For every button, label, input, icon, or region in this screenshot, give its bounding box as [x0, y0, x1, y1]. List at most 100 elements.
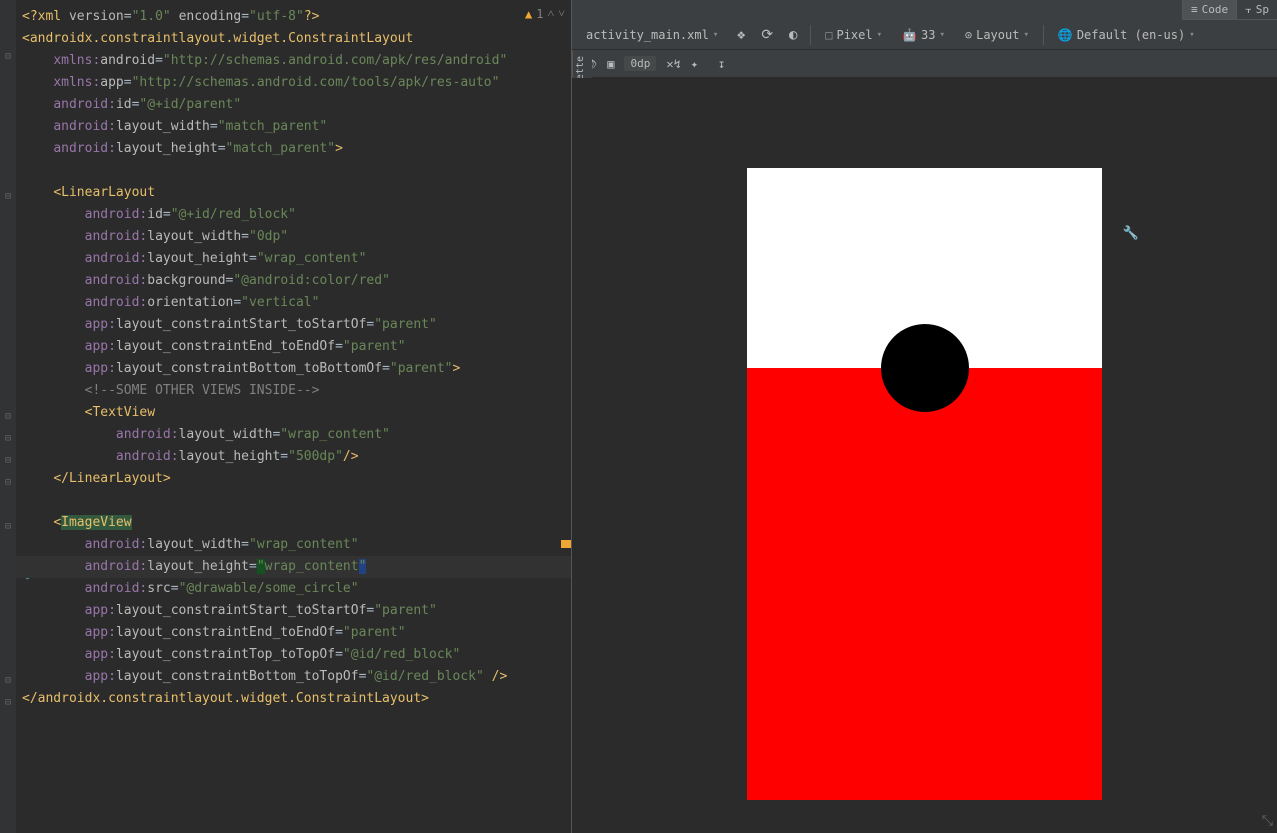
eq: = — [241, 537, 249, 552]
infer-constraints-icon[interactable]: ✦ — [691, 57, 698, 71]
layers-icon[interactable]: ❖ — [732, 26, 750, 44]
ns: app: — [85, 669, 116, 684]
chevron-up-icon[interactable]: ˄ — [547, 6, 554, 21]
attr: layout_constraintTop_toTopOf — [116, 647, 335, 662]
viewoptions-icon[interactable]: 🔧 — [1123, 226, 1139, 241]
value: "wrap_content" — [249, 537, 359, 552]
chevron-down-icon: ▾ — [939, 30, 944, 40]
tag-name: LinearLayout — [69, 471, 163, 486]
eq: = — [124, 75, 132, 90]
fold-end-icon[interactable]: ⊟ — [3, 456, 13, 466]
red-block-view — [747, 368, 1102, 800]
attr: id — [116, 97, 132, 112]
blank-line — [22, 490, 571, 512]
tag-close: > — [335, 141, 343, 156]
value: "500dp" — [288, 449, 343, 464]
tag-open: < — [22, 31, 30, 46]
value: "http://schemas.android.com/tools/apk/re… — [132, 75, 500, 90]
value: "parent" — [374, 317, 437, 332]
chevron-down-icon: ▾ — [1023, 30, 1028, 40]
tag-name-selected: ImageView — [61, 515, 131, 530]
ns: app: — [85, 625, 116, 640]
ns: android: — [116, 449, 179, 464]
nightmode-icon[interactable]: ◐ — [784, 26, 802, 44]
device-preview[interactable] — [747, 168, 1102, 800]
api-dropdown[interactable]: 🤖 33▾ — [896, 26, 951, 44]
design-canvas[interactable]: 🔧 ⤡ — [572, 78, 1277, 833]
clear-constraints-icon[interactable]: ✕↯ — [666, 57, 680, 71]
tag-close: > — [163, 471, 171, 486]
attr: layout_constraintBottom_toBottomOf — [116, 361, 382, 376]
fold-icon[interactable]: ⊟ — [3, 412, 13, 422]
resize-handle-icon[interactable]: ⤡ — [1262, 813, 1273, 829]
xml-pi-close: ?> — [304, 9, 320, 24]
android-icon: 🤖 — [902, 28, 917, 42]
value: "1.0" — [132, 9, 171, 24]
ns: xmlns: — [53, 75, 100, 90]
attr: layout_width — [179, 427, 273, 442]
attr: layout_height — [179, 449, 281, 464]
editor-mode-tabs: ≡ Code ⫟ Sp — [1182, 0, 1277, 20]
chevron-down-icon: ▾ — [877, 30, 882, 40]
attr: app — [100, 75, 123, 90]
attr: layout_height — [116, 141, 218, 156]
attr: encoding — [179, 9, 242, 24]
eq: = — [210, 119, 218, 134]
tab-label: Code — [1202, 3, 1229, 16]
code-area[interactable]: ▲ 1 ˄ ˅ <?xml version="1.0" encoding="ut… — [16, 0, 571, 833]
eq: = — [241, 229, 249, 244]
device-frame-icon[interactable]: ▣ — [607, 57, 614, 71]
tag-close: > — [453, 361, 461, 376]
ns: android: — [85, 581, 148, 596]
orientation-icon[interactable]: ⟳ — [758, 26, 776, 44]
file-dropdown[interactable]: activity_main.xml▾ — [580, 26, 724, 44]
ns: android: — [53, 119, 116, 134]
default-margin[interactable]: 0dp — [624, 56, 656, 71]
ns: xmlns: — [53, 53, 100, 68]
file-name: activity_main.xml — [586, 28, 709, 42]
eq: = — [335, 647, 343, 662]
value: "@id/red_block" — [366, 669, 483, 684]
tab-split[interactable]: ⫟ Sp — [1236, 0, 1277, 19]
attr: layout_height — [147, 251, 249, 266]
fold-icon[interactable]: ⊟ — [3, 522, 13, 532]
ns: android: — [85, 295, 148, 310]
globe-icon: 🌐 — [1058, 28, 1073, 42]
eq: = — [163, 207, 171, 222]
ns: android: — [53, 141, 116, 156]
eq: = — [249, 251, 257, 266]
fold-icon[interactable]: ⊟ — [3, 192, 13, 202]
attr: background — [147, 273, 225, 288]
tag-open: </ — [22, 691, 38, 706]
value: "wrap_content" — [280, 427, 390, 442]
chevron-down-icon[interactable]: ˅ — [558, 6, 565, 21]
align-icon[interactable]: ↧ — [718, 57, 725, 71]
theme-dropdown[interactable]: ⊙ Layout▾ — [959, 26, 1035, 44]
device-dropdown[interactable]: □ Pixel▾ — [819, 26, 888, 44]
tag-name: TextView — [92, 405, 155, 420]
ns: android: — [85, 559, 148, 574]
blank-line — [22, 160, 571, 182]
tab-code[interactable]: ≡ Code — [1182, 0, 1236, 19]
ns: app: — [85, 361, 116, 376]
fold-end-icon[interactable]: ⊟ — [3, 478, 13, 488]
tag-open: < — [53, 185, 61, 200]
warning-marker[interactable] — [561, 540, 571, 548]
eq: = — [155, 53, 163, 68]
ns: app: — [85, 603, 116, 618]
value: "0dp" — [249, 229, 288, 244]
locale-dropdown[interactable]: 🌐 Default (en-us)▾ — [1052, 26, 1201, 44]
fold-icon[interactable]: ⊟ — [3, 52, 13, 62]
ns: android: — [85, 229, 148, 244]
locale-label: Default (en-us) — [1077, 28, 1185, 42]
tag-name: LinearLayout — [61, 185, 155, 200]
attr: layout_constraintEnd_toEndOf — [116, 625, 335, 640]
value: "@+id/red_block" — [171, 207, 296, 222]
fold-end-icon[interactable]: ⊟ — [3, 434, 13, 444]
fold-end-icon[interactable]: ⊟ — [3, 698, 13, 708]
fold-end-icon[interactable]: ⊟ — [3, 676, 13, 686]
attr: layout_constraintStart_toStartOf — [116, 317, 366, 332]
inspection-widget[interactable]: ▲ 1 ˄ ˅ — [525, 6, 565, 21]
value: "parent" — [343, 625, 406, 640]
eq: = — [335, 339, 343, 354]
